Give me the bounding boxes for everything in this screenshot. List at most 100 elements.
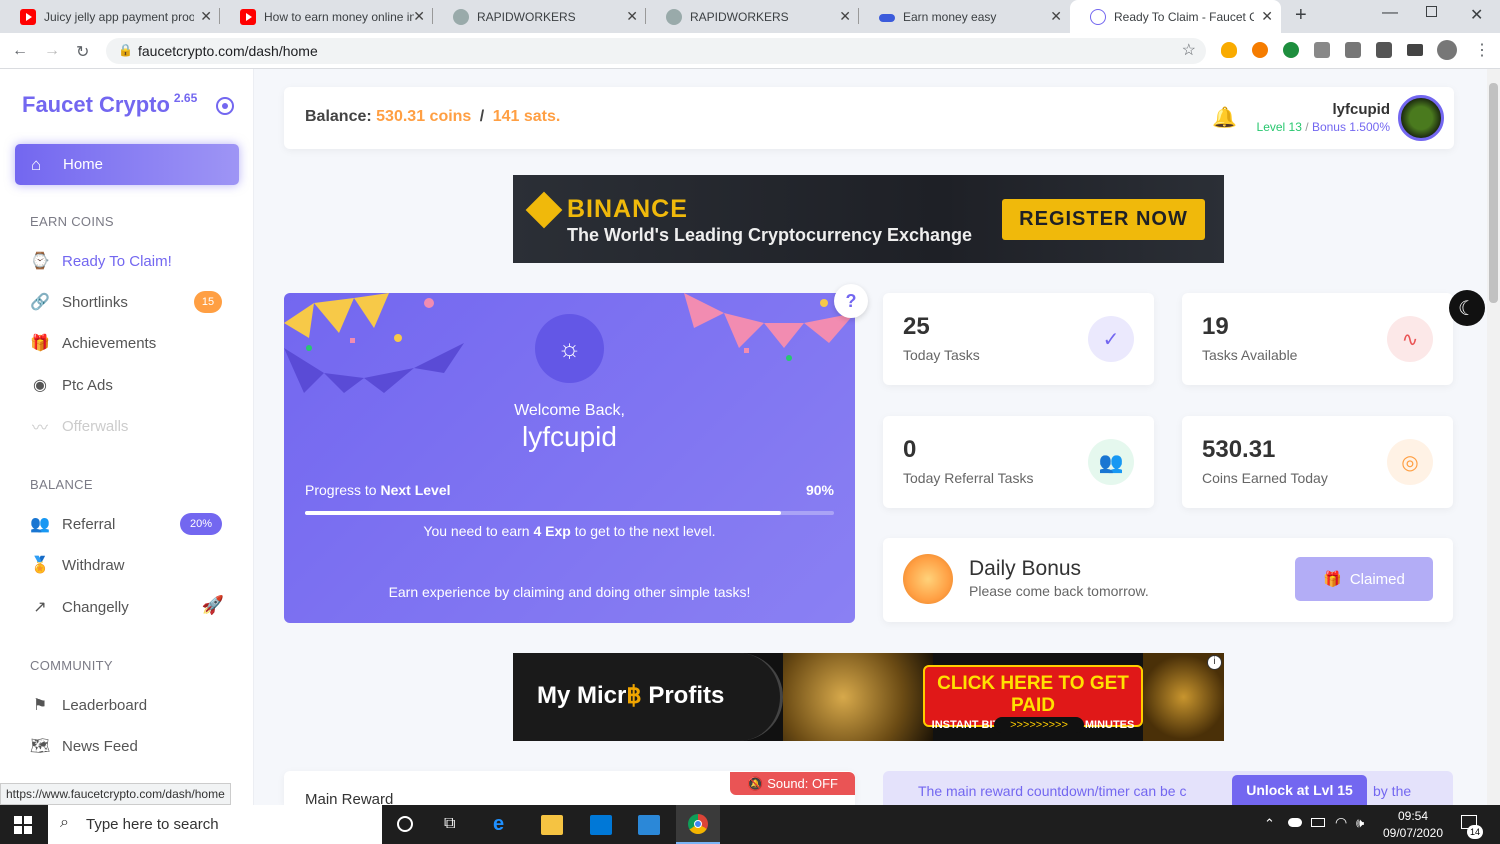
store-icon[interactable] (590, 815, 612, 835)
bulb-extension-icon[interactable] (1221, 42, 1237, 58)
claimed-button[interactable]: 🎁 Claimed (1295, 557, 1433, 601)
close-tab-icon[interactable]: ✕ (1261, 8, 1273, 25)
browser-tab[interactable]: Earn money easy ✕ (859, 0, 1070, 33)
sidebar-item-label: Referral (62, 515, 116, 533)
forward-icon[interactable]: → (44, 42, 60, 60)
close-window-icon[interactable]: ✕ (1470, 5, 1483, 25)
taskbar-time[interactable]: 09:54 (1378, 809, 1448, 823)
close-tab-icon[interactable]: ✕ (1050, 8, 1062, 25)
sidebar-item-leaderboard[interactable]: ⚑ Leaderboard (30, 693, 230, 717)
scrollbar-thumb[interactable] (1489, 83, 1498, 303)
sound-toggle-button[interactable]: 🔕 Sound: OFF (730, 772, 855, 795)
avatar[interactable] (1398, 95, 1444, 141)
sidebar-item-home[interactable]: ⌂ Home (15, 144, 239, 185)
camera-icon[interactable] (1314, 42, 1330, 58)
maximize-icon[interactable] (1426, 6, 1437, 17)
browser-tab-active[interactable]: Ready To Claim - Faucet Cryp ✕ (1070, 0, 1281, 33)
gift-icon: 🎁 (30, 335, 50, 352)
globe-icon (453, 8, 469, 25)
close-tab-icon[interactable]: ✕ (626, 8, 638, 25)
minimize-icon[interactable]: — (1382, 4, 1398, 22)
welcome-hint: Earn experience by claiming and doing ot… (388, 584, 751, 600)
section-balance: BALANCE (30, 477, 93, 492)
tab-title: Earn money easy (903, 9, 997, 24)
sidebar-item-achievements[interactable]: 🎁 Achievements (30, 331, 230, 355)
file-explorer-icon[interactable] (541, 815, 563, 835)
browser-tab[interactable]: Juicy jelly app payment proo ✕ (0, 0, 220, 33)
cortana-icon[interactable] (397, 816, 413, 832)
sun-icon: ☼ (535, 314, 604, 383)
daily-bonus-card: Daily Bonus Please come back tomorrow. 🎁… (883, 538, 1453, 622)
header-username[interactable]: lyfcupid (1332, 101, 1390, 118)
shield-icon[interactable] (1345, 42, 1361, 58)
balance-display: Balance: 530.31 coins / 141 sats. (305, 108, 560, 126)
globe-icon (666, 8, 682, 25)
unlock-level-badge[interactable]: Unlock at Lvl 15 (1232, 775, 1367, 805)
wifi-icon[interactable]: ◠ (1335, 814, 1347, 831)
balance-label: Balance: (305, 108, 372, 125)
task-view-icon[interactable]: ⧉ (444, 815, 455, 833)
activity-icon: 〰 (31, 420, 48, 437)
profile-avatar[interactable] (1437, 40, 1457, 60)
close-tab-icon[interactable]: ✕ (200, 8, 212, 25)
binance-tagline: The World's Leading Cryptocurrency Excha… (567, 225, 973, 245)
sidebar-item-ptc-ads[interactable]: ◉ Ptc Ads (30, 373, 230, 397)
close-tab-icon[interactable]: ✕ (413, 8, 425, 25)
sidebar-item-offerwalls[interactable]: 〰 Offerwalls (30, 414, 230, 438)
register-now-button[interactable]: REGISTER NOW (1002, 199, 1205, 240)
sidebar-item-referral[interactable]: 👥 Referral 20% (30, 512, 230, 536)
onedrive-icon[interactable] (1288, 818, 1302, 827)
target-icon[interactable] (216, 97, 234, 115)
menu-icon[interactable]: ⋮ (1474, 40, 1490, 60)
scrollbar[interactable] (1487, 69, 1500, 805)
star-icon[interactable]: ☆ (1182, 40, 1196, 60)
taskbar-date[interactable]: 09/07/2020 (1378, 826, 1448, 840)
windows-start-icon[interactable] (14, 816, 32, 834)
arrows: >>>>>>>>> (994, 717, 1084, 733)
stat-value: 530.31 (1202, 436, 1276, 463)
close-tab-icon[interactable]: ✕ (839, 8, 851, 25)
reload-icon[interactable]: ↻ (76, 42, 89, 62)
chrome-taskbar-button[interactable] (676, 805, 720, 844)
browser-tab[interactable]: RAPIDWORKERS ✕ (646, 0, 859, 33)
welcome-username: lyfcupid (522, 421, 617, 452)
extension-icon[interactable] (1252, 42, 1268, 58)
tray-chevron-icon[interactable]: ⌃ (1264, 816, 1275, 832)
stat-label: Tasks Available (1202, 347, 1298, 363)
dark-mode-toggle-icon[interactable]: ☾ (1449, 290, 1485, 326)
brand-logo[interactable]: Faucet Crypto 2.65 (22, 91, 197, 118)
browser-tab[interactable]: How to earn money online in ✕ (220, 0, 433, 33)
media-icon[interactable] (1407, 44, 1423, 56)
daily-bonus-subtitle: Please come back tomorrow. (969, 583, 1149, 599)
stat-label: Coins Earned Today (1202, 470, 1328, 486)
sidebar-item-changelly[interactable]: ↗ Changelly 🚀 (30, 595, 230, 619)
mail-icon[interactable] (638, 815, 660, 835)
external-link-icon: ↗ (33, 599, 47, 616)
browser-tab[interactable]: RAPIDWORKERS ✕ (433, 0, 646, 33)
help-button[interactable]: ? (834, 284, 868, 318)
binance-brand: BINANCE (567, 195, 688, 223)
puzzle-icon[interactable] (1376, 42, 1392, 58)
taskbar-search[interactable]: ⌕ Type here to search (48, 805, 382, 844)
sidebar-item-shortlinks[interactable]: 🔗 Shortlinks 15 (30, 290, 230, 314)
home-icon: ⌂ (31, 155, 42, 174)
shortlinks-count-badge: 15 (194, 291, 222, 313)
sidebar-item-ready-to-claim[interactable]: ⌚ Ready To Claim! (30, 249, 230, 273)
binance-ad-banner[interactable]: BINANCE The World's Leading Cryptocurren… (513, 175, 1224, 263)
ad-info-icon[interactable]: i (1207, 655, 1222, 670)
battery-icon[interactable] (1311, 818, 1325, 827)
green-dot-extension-icon[interactable] (1283, 42, 1299, 58)
stat-coins-earned-today: 530.31 Coins Earned Today ◎ (1182, 416, 1453, 508)
address-bar[interactable]: 🔒 faucetcrypto.com/dash/home ☆ (106, 38, 1206, 64)
user-bonus: Bonus 1.500% (1311, 120, 1390, 134)
notification-bell-icon[interactable]: 🔔 (1212, 105, 1237, 130)
edge-icon[interactable]: e (493, 813, 504, 836)
progress-percent: 90% (805, 482, 834, 498)
volume-icon[interactable]: 🕪 (1356, 815, 1364, 831)
sidebar-item-withdraw[interactable]: 🏅 Withdraw (30, 553, 230, 577)
micro-profits-ad-banner[interactable]: My Micr฿ Profits CLICK HERE TO GET PAID … (513, 653, 1224, 741)
back-icon[interactable]: ← (12, 42, 28, 60)
sidebar-item-news-feed[interactable]: 🗺 News Feed (30, 734, 230, 758)
new-tab-icon[interactable]: + (1295, 4, 1307, 27)
exp-needed-amount: 4 Exp (533, 523, 571, 539)
